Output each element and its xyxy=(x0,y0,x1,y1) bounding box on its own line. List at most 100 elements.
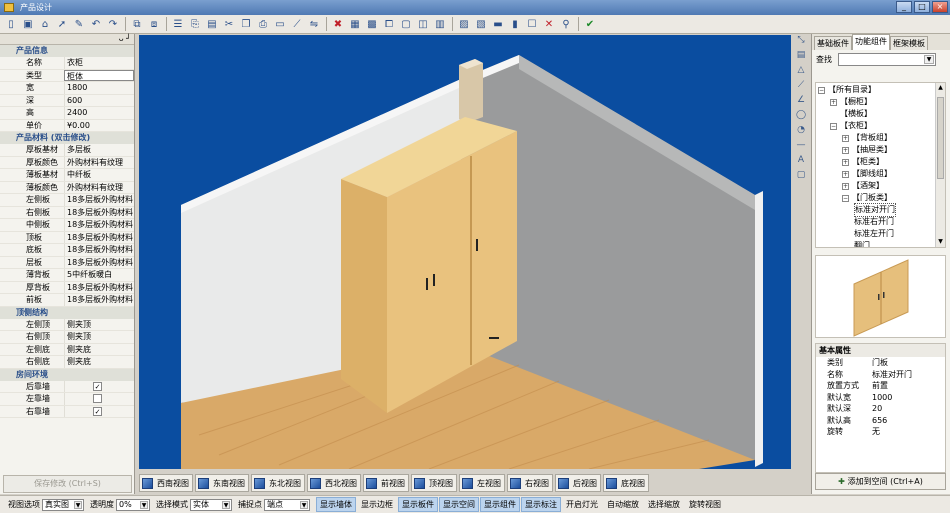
material-row[interactable]: 底板 18多层板外购材料 xyxy=(0,244,134,257)
material-row[interactable]: 顶板 18多层板外购材料 xyxy=(0,231,134,244)
collapse-icon[interactable]: − xyxy=(842,194,849,202)
room-row[interactable]: 后靠墙 ✓ xyxy=(0,380,134,393)
product-info-row[interactable]: 宽 1800 xyxy=(0,82,134,95)
tree-node[interactable]: 标准左开门 xyxy=(816,228,945,240)
edit-icon[interactable]: ✎ xyxy=(71,16,87,32)
material-value[interactable]: 多层板 xyxy=(64,144,134,156)
product-info-row[interactable]: 高 2400 xyxy=(0,107,134,120)
scroll-down-icon[interactable]: ▼ xyxy=(936,237,945,247)
tree-node[interactable]: + 【抽屉类】 xyxy=(816,144,945,156)
toggle-button[interactable]: 旋转视图 xyxy=(685,497,725,512)
ungroup-icon[interactable]: ⧈ xyxy=(146,16,162,32)
material-value[interactable]: 18多层板外购材料 xyxy=(64,256,134,268)
tree-node[interactable]: 【横板】 xyxy=(816,108,945,120)
view-button-9[interactable]: 底视图 xyxy=(603,474,649,492)
material-value[interactable]: 18多层板外购材料 xyxy=(64,244,134,256)
toggle-button[interactable]: 自动缩放 xyxy=(603,497,643,512)
expand-icon[interactable]: + xyxy=(842,158,849,166)
product-info-row[interactable]: 名称 衣柜 xyxy=(0,57,134,70)
triangle-icon[interactable]: △ xyxy=(798,65,805,80)
attach-icon[interactable]: ⎙ xyxy=(255,16,271,32)
structure-row[interactable]: 左侧顶 侧夹顶 xyxy=(0,318,134,331)
material-row[interactable]: 层板 18多层板外购材料 xyxy=(0,256,134,269)
new-icon[interactable]: ▯ xyxy=(3,16,19,32)
material-row[interactable]: 左侧板 18多层板外购材料 xyxy=(0,194,134,207)
layout-e-icon[interactable]: ▧ xyxy=(473,16,489,32)
tree-node[interactable]: + 【柜类】 xyxy=(816,156,945,168)
material-value[interactable]: 外购材料有纹理 xyxy=(64,181,134,193)
arc-icon[interactable]: ◔ xyxy=(797,125,805,140)
structure-value[interactable]: 侧夹顶 xyxy=(64,331,134,343)
material-value[interactable]: 外购材料有纹理 xyxy=(64,156,134,168)
tab-1[interactable]: 功能组件 xyxy=(852,34,890,50)
check-icon[interactable]: ✔ xyxy=(582,16,598,32)
home-icon[interactable]: ⌂ xyxy=(37,16,53,32)
material-row[interactable]: 中侧板 18多层板外购材料 xyxy=(0,219,134,232)
product-info-value[interactable]: 2400 xyxy=(64,107,134,119)
dash-icon[interactable]: — xyxy=(797,140,806,155)
material-value[interactable]: 18多层板外购材料 xyxy=(64,194,134,206)
circle-icon[interactable]: ◯ xyxy=(796,110,806,125)
redo-icon[interactable]: ↷ xyxy=(105,16,121,32)
material-value[interactable]: 18多层板外购材料 xyxy=(64,231,134,243)
material-row[interactable]: 厚板颜色 外购材料有纹理 xyxy=(0,156,134,169)
toggle-button[interactable]: 选择缩放 xyxy=(644,497,684,512)
list-icon[interactable]: ☰ xyxy=(170,16,186,32)
material-row[interactable]: 薄背板 5中纤板暖白 xyxy=(0,269,134,282)
expand-icon[interactable]: + xyxy=(842,182,849,190)
checkbox-unchecked[interactable] xyxy=(93,394,102,404)
tree-node[interactable]: + 【脚线组】 xyxy=(816,168,945,180)
panel-pin-icon[interactable]: ᴗ ┘ xyxy=(0,34,134,45)
select-all-icon[interactable]: ☐ xyxy=(524,16,540,32)
material-value[interactable]: 18多层板外购材料 xyxy=(64,206,134,218)
tab-2[interactable]: 框架模板 xyxy=(890,36,928,50)
toggle-button[interactable]: 显示标注 xyxy=(521,497,561,512)
layout-b-icon[interactable]: ◫ xyxy=(415,16,431,32)
structure-value[interactable]: 侧夹顶 xyxy=(64,318,134,330)
clear-icon[interactable]: ✕ xyxy=(541,16,557,32)
add-to-space-button[interactable]: ✚ 添加到空间 (Ctrl+A) xyxy=(815,473,946,490)
structure-value[interactable]: 侧夹底 xyxy=(64,343,134,355)
material-row[interactable]: 薄板颜色 外购材料有纹理 xyxy=(0,181,134,194)
tree-node[interactable]: − 【所有目录】 xyxy=(816,84,945,96)
tree-node[interactable]: − 【衣柜】 xyxy=(816,120,945,132)
tab-0[interactable]: 基础板件 xyxy=(814,36,852,50)
toggle-button[interactable]: 显示边框 xyxy=(357,497,397,512)
row-icon[interactable]: ▬ xyxy=(490,16,506,32)
product-info-value[interactable]: 600 xyxy=(64,94,134,106)
save-icon[interactable]: ▣ xyxy=(20,16,36,32)
tree-node[interactable]: + 【橱柜】 xyxy=(816,96,945,108)
room-row[interactable]: 左靠墙 xyxy=(0,393,134,406)
view-button-0[interactable]: 西南视图 xyxy=(139,474,193,492)
tree-node[interactable]: 标准右开门 xyxy=(816,216,945,228)
layout-c-icon[interactable]: ▥ xyxy=(432,16,448,32)
checkbox-checked[interactable]: ✓ xyxy=(93,406,102,416)
pin-icon[interactable]: ⚲ xyxy=(558,16,574,32)
view-button-8[interactable]: 后视图 xyxy=(555,474,601,492)
delete-red-icon[interactable]: ✖ xyxy=(330,16,346,32)
product-info-row[interactable]: 深 600 xyxy=(0,94,134,107)
transparency-select[interactable]: 0% ▼ xyxy=(116,498,150,511)
line-icon[interactable]: ⟋ xyxy=(798,80,804,95)
structure-row[interactable]: 左侧底 侧夹底 xyxy=(0,343,134,356)
table-icon[interactable]: ▦ xyxy=(347,16,363,32)
material-value[interactable]: 中纤板 xyxy=(64,169,134,181)
tree-node[interactable]: 翻门 xyxy=(816,240,945,247)
link-icon[interactable]: ⟋ xyxy=(289,16,305,32)
expand-icon[interactable]: + xyxy=(830,98,837,106)
layout-d-icon[interactable]: ▨ xyxy=(456,16,472,32)
view-button-1[interactable]: 东南视图 xyxy=(195,474,249,492)
pointer-icon[interactable]: ➚ xyxy=(54,16,70,32)
material-value[interactable]: 18多层板外购材料 xyxy=(64,281,134,293)
product-info-value[interactable]: ¥0.00 xyxy=(64,119,134,131)
checkbox-checked[interactable]: ✓ xyxy=(93,381,102,391)
note-icon[interactable]: ▭ xyxy=(272,16,288,32)
room-row[interactable]: 右靠墙 ✓ xyxy=(0,405,134,418)
col-icon[interactable]: ▮ xyxy=(507,16,523,32)
material-value[interactable]: 18多层板外购材料 xyxy=(64,294,134,306)
text-icon[interactable]: A xyxy=(798,155,804,170)
layout-a-icon[interactable]: ▢ xyxy=(398,16,414,32)
product-info-row[interactable]: 类型 柜体 xyxy=(0,69,134,82)
close-button[interactable]: × xyxy=(932,1,948,13)
clip-icon[interactable]: ⧠ xyxy=(381,16,397,32)
